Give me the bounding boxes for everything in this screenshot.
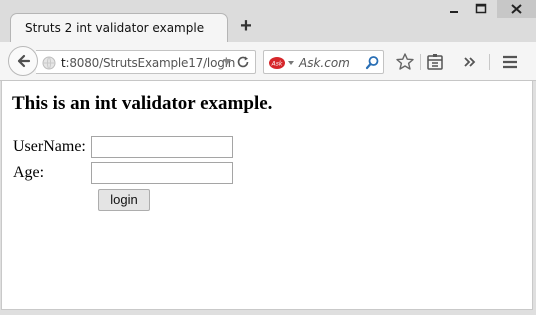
close-icon (511, 4, 522, 14)
tab-title: Struts 2 int validator example (25, 21, 205, 35)
minimize-icon (450, 11, 458, 13)
active-tab[interactable]: Struts 2 int validator example (10, 13, 228, 43)
site-globe-icon (42, 56, 56, 70)
toolbar-separator (420, 54, 421, 70)
minimize-button[interactable] (441, 0, 467, 18)
login-button[interactable]: login (98, 189, 150, 211)
dropdown-arrow-icon[interactable] (222, 58, 232, 66)
search-placeholder: Ask.com (299, 56, 350, 70)
reading-list-icon[interactable] (425, 52, 445, 72)
navigation-toolbar: t:8080/StrutsExample17/login Ask Ask.com (0, 42, 536, 81)
address-bar[interactable]: t:8080/StrutsExample17/login (36, 50, 256, 74)
username-label: UserName: (13, 138, 86, 155)
svg-text:Ask: Ask (271, 61, 283, 68)
url-text[interactable]: t:8080/StrutsExample17/login (61, 56, 235, 70)
age-field[interactable] (91, 162, 233, 184)
tab-strip: Struts 2 int validator example + (0, 0, 536, 43)
new-tab-button[interactable]: + (236, 16, 256, 36)
search-box[interactable]: Ask Ask.com (263, 50, 384, 74)
reload-icon[interactable] (236, 55, 250, 69)
back-button[interactable] (8, 46, 38, 76)
toolbar-separator (489, 54, 490, 70)
age-label: Age: (13, 164, 45, 181)
page-title: This is an int validator example. (12, 93, 273, 114)
username-field[interactable] (91, 136, 233, 158)
back-arrow-icon (17, 54, 31, 68)
bookmark-star-icon[interactable] (395, 52, 415, 72)
maximize-icon (475, 3, 487, 14)
overflow-chevron-icon[interactable] (460, 52, 480, 72)
search-icon[interactable] (365, 55, 380, 70)
close-window-button[interactable] (497, 0, 536, 18)
browser-window: Struts 2 int validator example + t:8080/… (0, 0, 536, 315)
ask-logo-icon[interactable]: Ask (268, 56, 298, 70)
menu-hamburger-icon[interactable] (500, 52, 520, 72)
page-content: This is an int validator example. UserNa… (1, 81, 533, 310)
maximize-button[interactable] (468, 0, 494, 18)
